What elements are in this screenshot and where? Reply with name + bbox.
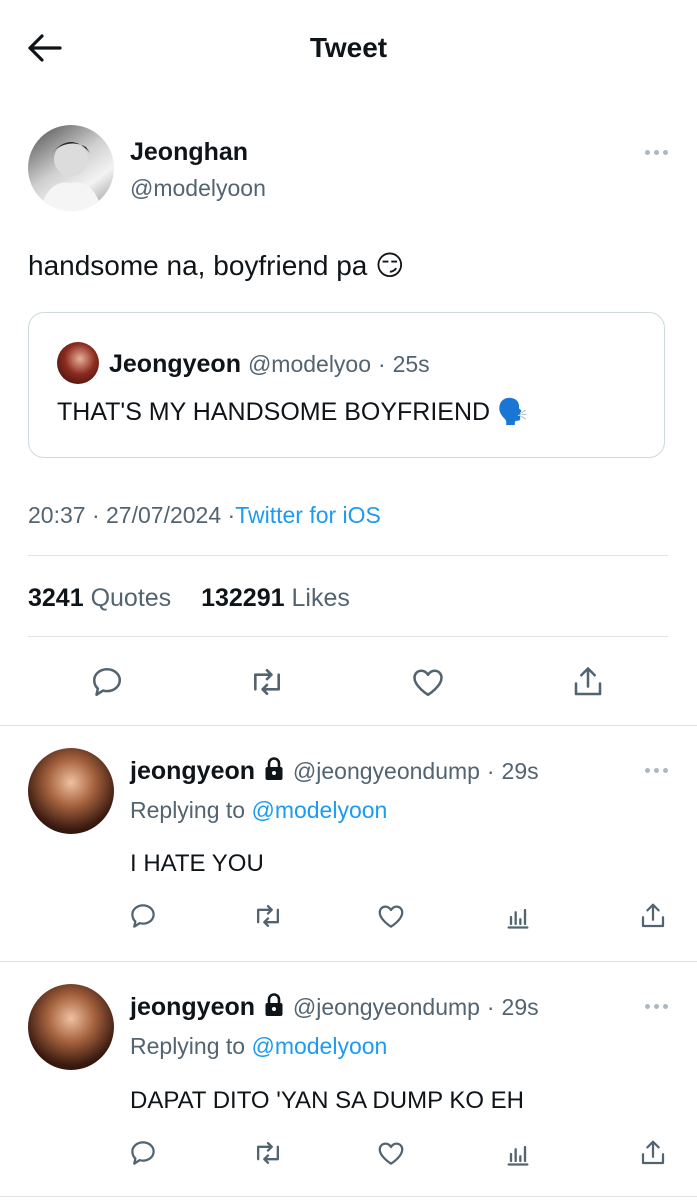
tweet-timestamp: 20:37 · 27/07/2024 ·Twitter for iOS [28, 502, 381, 529]
tweet-time: 20:37 [28, 502, 86, 528]
lock-icon [262, 992, 286, 1018]
replying-to: Replying to @modelyoon [130, 1033, 387, 1060]
analytics-icon[interactable] [504, 1140, 532, 1168]
reply-avatar[interactable] [28, 748, 114, 834]
reply-icon[interactable] [89, 664, 125, 700]
replying-prefix: Replying to [130, 1033, 246, 1059]
reply-author-name[interactable]: jeongyeon [130, 757, 255, 785]
quotes-count: 3241 [28, 584, 84, 612]
likes-count: 132291 [201, 584, 285, 612]
reply-author-handle[interactable]: @jeongyeondump [293, 994, 480, 1020]
reply-header: jeongyeon @jeongyeondump · 29s [130, 992, 539, 1022]
replying-prefix: Replying to [130, 797, 246, 823]
replying-to-link[interactable]: @modelyoon [251, 797, 387, 823]
like-icon[interactable] [410, 664, 446, 700]
quote-time: 25s [392, 351, 430, 377]
author-handle[interactable]: @modelyoon [130, 175, 266, 202]
reply-text: DAPAT DITO 'YAN SA DUMP KO EH [130, 1087, 525, 1114]
replying-to-link[interactable]: @modelyoon [251, 1033, 387, 1059]
quote-avatar[interactable] [57, 342, 99, 384]
more-options-icon[interactable] [645, 768, 668, 773]
analytics-icon[interactable] [504, 903, 532, 931]
tweet-date: 27/07/2024 [106, 502, 222, 528]
share-icon[interactable] [638, 1138, 668, 1168]
retweet-icon[interactable] [252, 901, 284, 931]
timestamp-separator: · [91, 502, 100, 528]
tweet-stats: 3241 Quotes 132291 Likes [28, 584, 350, 613]
retweet-icon[interactable] [252, 1138, 284, 1168]
retweet-icon[interactable] [248, 664, 286, 700]
author-name[interactable]: Jeonghan [130, 138, 248, 167]
quote-author-name: Jeongyeon [109, 350, 241, 378]
divider [28, 636, 668, 637]
reply-icon[interactable] [128, 901, 158, 931]
reply-separator: · [486, 994, 495, 1020]
likes-stat[interactable]: 132291 Likes [201, 584, 350, 612]
reply-author-handle[interactable]: @jeongyeondump [293, 758, 480, 784]
reply-author-name[interactable]: jeongyeon [130, 993, 255, 1021]
tweet-text: handsome na, boyfriend pa 😏 [28, 250, 405, 281]
reply-time: 29s [501, 994, 539, 1020]
page-title: Tweet [309, 32, 388, 63]
reply-avatar[interactable] [28, 984, 114, 1070]
divider [0, 725, 697, 726]
like-icon[interactable] [376, 1138, 406, 1168]
tweet-source-link[interactable]: Twitter for iOS [235, 502, 381, 528]
reply-header: jeongyeon @jeongyeondump · 29s [130, 756, 539, 786]
quote-header: Jeongyeon @modelyoo · 25s [109, 350, 430, 379]
likes-label: Likes [291, 584, 350, 612]
quote-tweet-card[interactable] [28, 312, 665, 458]
quote-separator: · [377, 351, 386, 377]
reply-time: 29s [501, 758, 539, 784]
divider [0, 961, 697, 962]
replying-to: Replying to @modelyoon [130, 797, 387, 824]
more-options-icon[interactable] [645, 1004, 668, 1009]
share-icon[interactable] [570, 664, 606, 700]
quotes-stat[interactable]: 3241 Quotes [28, 584, 171, 612]
reply-text: I HATE YOU [130, 850, 264, 877]
like-icon[interactable] [376, 901, 406, 931]
share-icon[interactable] [638, 901, 668, 931]
reply-separator: · [486, 758, 495, 784]
quote-author-handle: @modelyoo [247, 351, 372, 377]
more-options-icon[interactable] [645, 150, 668, 155]
reply-icon[interactable] [128, 1138, 158, 1168]
divider [28, 555, 668, 556]
quotes-label: Quotes [90, 584, 172, 612]
quote-text: THAT'S MY HANDSOME BOYFRIEND 🗣️ [57, 398, 529, 426]
avatar[interactable] [28, 125, 114, 211]
divider [0, 1196, 697, 1197]
lock-icon [262, 756, 286, 782]
